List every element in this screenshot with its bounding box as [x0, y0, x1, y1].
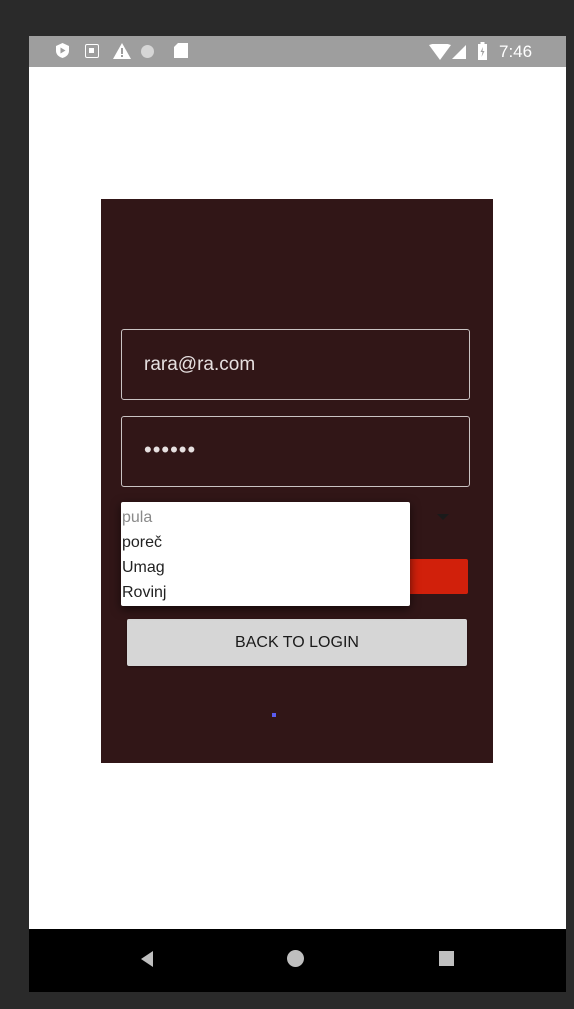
city-dropdown-list: pula poreč Umag Rovinj [121, 502, 410, 606]
wifi-icon [429, 44, 451, 60]
dropdown-option-rovinj[interactable]: Rovinj [122, 584, 166, 602]
a-box-icon [85, 44, 99, 58]
battery-icon [478, 42, 487, 60]
signal-icon [452, 45, 466, 59]
warning-icon [113, 43, 131, 59]
password-value: •••••• [144, 437, 197, 462]
status-time: 7:46 [499, 42, 533, 61]
nav-back-icon[interactable] [141, 951, 153, 967]
shield-icon [56, 43, 69, 58]
dropdown-arrow-icon[interactable] [437, 514, 449, 520]
status-bar: 7:46 [29, 36, 566, 67]
email-field[interactable]: rara@ra.com [121, 329, 470, 400]
phone-screen: 7:46 rara@ra.com •••••• BACK TO LOGIN pu… [29, 36, 566, 992]
progress-dot [272, 713, 276, 717]
back-to-login-button[interactable]: BACK TO LOGIN [127, 619, 467, 666]
navigation-bar [29, 929, 566, 992]
submit-button[interactable] [406, 559, 468, 594]
email-value: rara@ra.com [144, 354, 256, 375]
dropdown-option-pula[interactable]: pula [122, 509, 152, 527]
password-field[interactable]: •••••• [121, 416, 470, 487]
circle-icon [141, 45, 154, 58]
nav-recents-icon[interactable] [439, 951, 454, 966]
dropdown-option-umag[interactable]: Umag [122, 559, 165, 577]
login-card: rara@ra.com •••••• BACK TO LOGIN [101, 199, 493, 763]
dropdown-option-porec[interactable]: poreč [122, 534, 162, 552]
nav-home-icon[interactable] [287, 950, 304, 967]
sd-card-icon [174, 43, 188, 58]
